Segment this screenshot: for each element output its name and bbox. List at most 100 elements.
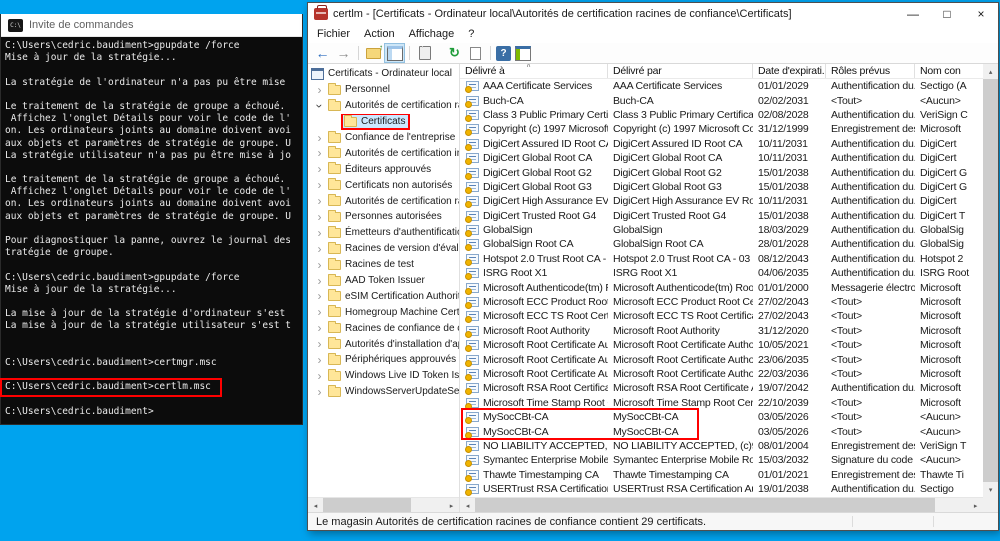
list-vertical-scrollbar[interactable]: ▴ ▾: [983, 64, 998, 497]
certlm-titlebar[interactable]: certlm - [Certificats - Ordinateur local…: [308, 3, 998, 25]
tree-horizontal-scrollbar[interactable]: ◂ ▸: [308, 497, 459, 512]
expander-icon[interactable]: [312, 147, 327, 159]
tree-item[interactable]: Personnes autorisées: [308, 209, 459, 225]
scroll-right-icon[interactable]: ▸: [444, 498, 459, 512]
tree-item[interactable]: Éditeurs approuvés: [308, 161, 459, 177]
scroll-left-icon[interactable]: ◂: [308, 498, 323, 512]
tree-item[interactable]: Autorités de certification raci: [308, 193, 459, 209]
refresh-icon[interactable]: [445, 44, 464, 62]
scrollbar-thumb[interactable]: [475, 498, 935, 512]
expander-icon[interactable]: [312, 306, 327, 318]
new-window-icon[interactable]: [513, 44, 532, 62]
certificate-row[interactable]: DigiCert Trusted Root G4 DigiCert Truste…: [460, 209, 983, 223]
tree-item[interactable]: Autorités de certification raci: [308, 98, 459, 114]
expander-icon[interactable]: [312, 259, 327, 271]
tree-item[interactable]: Homegroup Machine Certific: [308, 304, 459, 320]
certificate-row[interactable]: Microsoft ECC TS Root Certifica... Micro…: [460, 309, 983, 323]
tree-item[interactable]: WindowsServerUpdateService: [308, 384, 459, 400]
scroll-up-icon[interactable]: ▴: [983, 64, 998, 79]
certificate-row[interactable]: Microsoft Root Certificate Auth... Micro…: [460, 367, 983, 381]
expander-icon[interactable]: [312, 211, 327, 223]
expander-icon[interactable]: [312, 195, 327, 207]
certificate-row[interactable]: DigiCert Assured ID Root CA DigiCert Ass…: [460, 137, 983, 151]
expander-icon[interactable]: [312, 322, 327, 334]
certificate-row[interactable]: DigiCert Global Root CA DigiCert Global …: [460, 151, 983, 165]
expander-icon[interactable]: [312, 338, 327, 350]
certificate-row[interactable]: Microsoft Time Stamp Root Cer... Microso…: [460, 396, 983, 410]
terminal-titlebar[interactable]: Invite de commandes: [1, 14, 302, 37]
certificate-row[interactable]: AAA Certificate Services AAA Certificate…: [460, 79, 983, 93]
tree-item[interactable]: Certificats: [308, 114, 459, 130]
menu-item[interactable]: ?: [461, 28, 481, 40]
tree-item[interactable]: eSIM Certification Authorities: [308, 288, 459, 304]
certificate-row[interactable]: Microsoft Authenticode(tm) Ro... Microso…: [460, 280, 983, 294]
column-header-issued-by[interactable]: Délivré par: [608, 64, 753, 78]
terminal-output[interactable]: C:\Users\cedric.baudiment>gpupdate /forc…: [1, 37, 302, 422]
expander-icon[interactable]: [314, 98, 326, 113]
certificate-row[interactable]: DigiCert Global Root G2 DigiCert Global …: [460, 165, 983, 179]
scrollbar-thumb[interactable]: [323, 498, 411, 512]
certificate-row[interactable]: MySocCBt-CA MySocCBt-CA 03/05/2026 <Tout…: [460, 410, 983, 424]
clipboard-icon[interactable]: [415, 44, 434, 62]
certificate-row[interactable]: MySocCBt-CA MySocCBt-CA 03/05/2026 <Tout…: [460, 424, 983, 438]
tree-item[interactable]: Windows Live ID Token Issuer: [308, 368, 459, 384]
tree-item[interactable]: Autorités de certification inte: [308, 145, 459, 161]
certificate-row[interactable]: Symantec Enterprise Mobile Ro... Symante…: [460, 453, 983, 467]
certificate-row[interactable]: Hotspot 2.0 Trust Root CA - 03 Hotspot 2…: [460, 252, 983, 266]
expander-icon[interactable]: [312, 84, 327, 96]
certificate-row[interactable]: GlobalSign Root CA GlobalSign Root CA 28…: [460, 237, 983, 251]
certificate-row[interactable]: Copyright (c) 1997 Microsoft C... Copyri…: [460, 122, 983, 136]
expander-icon[interactable]: [312, 243, 327, 255]
up-one-level-icon[interactable]: [364, 44, 383, 62]
expander-icon[interactable]: [312, 132, 327, 144]
certificate-row[interactable]: NO LIABILITY ACCEPTED, (c)97 ... NO LIAB…: [460, 439, 983, 453]
menu-item[interactable]: Affichage: [402, 28, 462, 40]
certificate-row[interactable]: USERTrust RSA Certification Aut... USERT…: [460, 482, 983, 496]
menu-item[interactable]: Action: [357, 28, 402, 40]
tree-item[interactable]: Certificats non autorisés: [308, 177, 459, 193]
column-header-friendly-name[interactable]: Nom con: [915, 64, 983, 78]
expander-icon[interactable]: [312, 354, 327, 366]
certificate-row[interactable]: Microsoft ECC Product Root Ce... Microso…: [460, 295, 983, 309]
list-horizontal-scrollbar[interactable]: ◂ ▸: [460, 497, 983, 512]
tree-item[interactable]: Confiance de l'entreprise: [308, 130, 459, 146]
expander-icon[interactable]: [312, 179, 327, 191]
scroll-right-icon[interactable]: ▸: [968, 498, 983, 512]
column-header-expiration[interactable]: Date d'expirati...: [753, 64, 826, 78]
tree-item[interactable]: Certificats - Ordinateur local: [308, 66, 459, 82]
column-header-issued-to[interactable]: Délivré à: [460, 64, 608, 78]
certificate-row[interactable]: ISRG Root X1 ISRG Root X1 04/06/2035 Aut…: [460, 266, 983, 280]
certificate-row[interactable]: Microsoft Root Authority Microsoft Root …: [460, 324, 983, 338]
scroll-left-icon[interactable]: ◂: [460, 498, 475, 512]
export-list-icon[interactable]: [466, 44, 485, 62]
close-button[interactable]: ×: [964, 3, 998, 25]
certificate-row[interactable]: Microsoft RSA Root Certificate ... Micro…: [460, 381, 983, 395]
tree-item[interactable]: Autorités d'installation d'app: [308, 336, 459, 352]
expander-icon[interactable]: [312, 227, 327, 239]
forward-icon[interactable]: [334, 44, 353, 62]
tree-item[interactable]: Racines de test: [308, 257, 459, 273]
show-console-tree-icon[interactable]: [385, 44, 404, 62]
certificate-row[interactable]: DigiCert High Assurance EV Ro... DigiCer…: [460, 194, 983, 208]
certificate-row[interactable]: Thawte Timestamping CA Thawte Timestampi…: [460, 468, 983, 482]
minimize-button[interactable]: —: [896, 3, 930, 25]
expander-icon[interactable]: [312, 386, 327, 398]
tree-item[interactable]: Émetteurs d'authentification: [308, 225, 459, 241]
expander-icon[interactable]: [312, 275, 327, 287]
tree-item[interactable]: AAD Token Issuer: [308, 273, 459, 289]
expander-icon[interactable]: [312, 163, 327, 175]
expander-icon[interactable]: [312, 290, 327, 302]
certificate-row[interactable]: Buch-CA Buch-CA 02/02/2031 <Tout> <Aucun…: [460, 93, 983, 107]
back-icon[interactable]: [313, 44, 332, 62]
certificate-row[interactable]: Class 3 Public Primary Certificat... Cla…: [460, 108, 983, 122]
certificate-row[interactable]: Microsoft Root Certificate Auth... Micro…: [460, 352, 983, 366]
certificate-row[interactable]: DigiCert Global Root G3 DigiCert Global …: [460, 180, 983, 194]
maximize-button[interactable]: □: [930, 3, 964, 25]
certificate-row[interactable]: GlobalSign GlobalSign 18/03/2029 Authent…: [460, 223, 983, 237]
tree-item[interactable]: Personnel: [308, 82, 459, 98]
tree-item[interactable]: Périphériques approuvés: [308, 352, 459, 368]
menu-item[interactable]: Fichier: [310, 28, 357, 40]
tree-item[interactable]: Racines de confiance de carte: [308, 320, 459, 336]
scrollbar-thumb[interactable]: [983, 79, 998, 482]
column-header-purposes[interactable]: Rôles prévus: [826, 64, 915, 78]
